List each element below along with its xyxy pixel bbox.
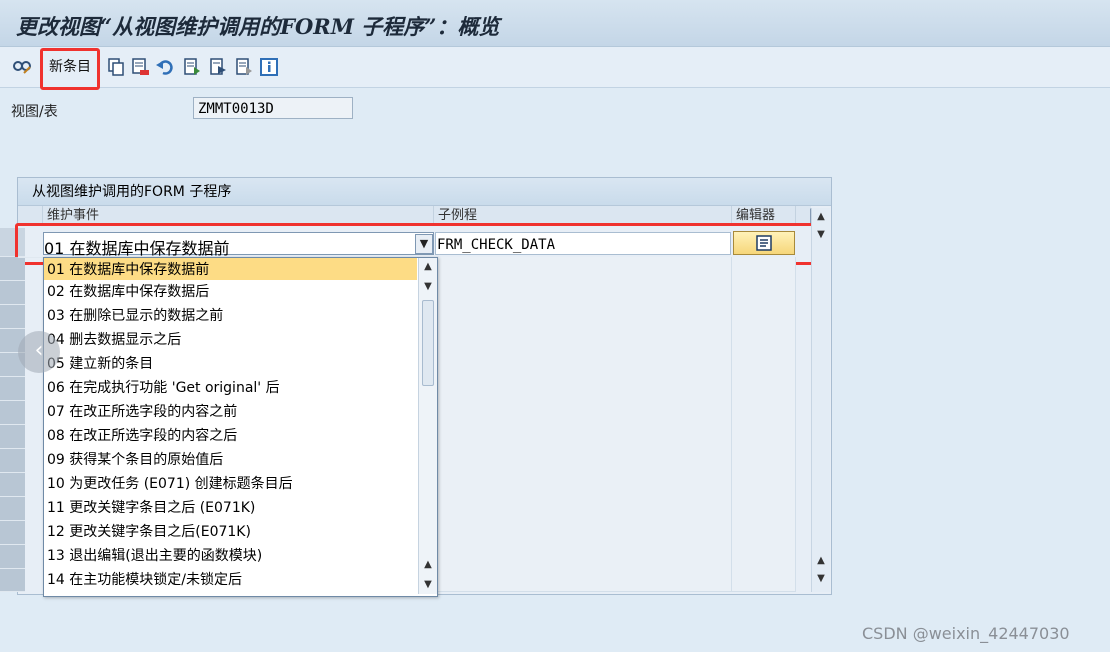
new-entries-button[interactable]: 新条目 <box>46 55 94 79</box>
scroll-down-icon[interactable]: ▼ <box>814 228 828 242</box>
window-title: 更改视图“从视图维护调用的FORM 子程序”：概览 <box>16 14 500 39</box>
row-selector[interactable] <box>0 545 25 569</box>
column-header-event[interactable]: 维护事件 <box>43 206 434 226</box>
toolbar: 新条目 <box>0 47 1110 88</box>
title-bar: 更改视图“从视图维护调用的FORM 子程序”：概览 <box>0 0 1110 47</box>
dropdown-option[interactable]: 13 退出编辑(退出主要的函数模块) <box>44 544 417 568</box>
row-selector[interactable] <box>0 497 25 521</box>
combobox-dropdown-button[interactable]: ▼ <box>415 234 433 254</box>
event-combobox-value: 01 在数据库中保存数据前 <box>44 239 230 258</box>
dropdown-page-down-icon[interactable]: ▼ <box>421 578 435 592</box>
row-selector[interactable] <box>0 281 25 305</box>
delete-icon[interactable] <box>130 57 150 77</box>
dropdown-scroll-thumb[interactable] <box>422 300 434 386</box>
view-table-label: 视图/表 <box>11 104 58 120</box>
panel-title: 从视图维护调用的FORM 子程序 <box>18 178 831 206</box>
row-selector[interactable] <box>0 449 25 473</box>
editor-column-empty <box>732 257 796 592</box>
column-header-spacer <box>796 206 811 226</box>
row-selector[interactable] <box>0 305 25 329</box>
chevron-left-icon[interactable]: ‹ <box>18 331 60 373</box>
dropdown-page-up-icon[interactable]: ▲ <box>421 558 435 572</box>
dropdown-option[interactable]: 04 删去数据显示之后 <box>44 328 417 352</box>
row-selector[interactable] <box>0 569 25 592</box>
scroll-page-up-icon[interactable]: ▲ <box>814 554 828 568</box>
row-selector-spacer <box>18 257 43 258</box>
watermark: CSDN @weixin_42447030 <box>862 624 1070 643</box>
dropdown-option[interactable]: 06 在完成执行功能 'Get original' 后 <box>44 376 417 400</box>
deselect-all-icon[interactable] <box>234 57 254 77</box>
copy-icon[interactable] <box>106 57 126 77</box>
row-selector[interactable] <box>0 377 25 401</box>
dropdown-scroll-up-icon[interactable]: ▲ <box>421 260 435 274</box>
dropdown-option[interactable]: 10 为更改任务 (E071) 创建标题条目后 <box>44 472 417 496</box>
subroutine-column-empty <box>435 257 732 592</box>
select-all-column-header[interactable] <box>18 206 43 226</box>
event-dropdown-list[interactable]: 01 在数据库中保存数据前 02 在数据库中保存数据后 03 在删除已显示的数据… <box>43 257 438 597</box>
editor-icon <box>756 235 772 251</box>
dropdown-option[interactable]: 02 在数据库中保存数据后 <box>44 280 417 304</box>
dropdown-scroll-down-icon[interactable]: ▼ <box>421 280 435 294</box>
undo-icon[interactable] <box>155 57 175 77</box>
scroll-page-down-icon[interactable]: ▼ <box>814 572 828 586</box>
dropdown-option[interactable]: 07 在改正所选字段的内容之前 <box>44 400 417 424</box>
dropdown-option[interactable]: 12 更改关键字条目之后(E071K) <box>44 520 417 544</box>
row-selector[interactable] <box>0 228 25 257</box>
dropdown-option[interactable]: 14 在主功能模块锁定/未锁定后 <box>44 568 417 592</box>
editor-button[interactable] <box>733 231 795 255</box>
info-icon[interactable] <box>259 57 279 77</box>
dropdown-option[interactable]: 08 在改正所选字段的内容之后 <box>44 424 417 448</box>
subroutine-value: FRM_CHECK_DATA <box>437 237 556 253</box>
row-selector[interactable] <box>0 521 25 545</box>
select-block-icon[interactable] <box>208 57 228 77</box>
column-header-editor[interactable]: 编辑器 <box>732 206 796 226</box>
row-selector[interactable] <box>0 473 25 497</box>
row-selector[interactable] <box>0 257 25 281</box>
table-vertical-scrollbar[interactable]: ▲ ▼ ▲ ▼ <box>811 208 830 592</box>
row-selector[interactable] <box>0 425 25 449</box>
dropdown-option[interactable]: 09 获得某个条目的原始值后 <box>44 448 417 472</box>
dropdown-option[interactable]: 11 更改关键字条目之后 (E071K) <box>44 496 417 520</box>
dropdown-option[interactable]: 03 在删除已显示的数据之前 <box>44 304 417 328</box>
dropdown-option[interactable]: 05 建立新的条目 <box>44 352 417 376</box>
view-table-field[interactable]: ZMMT0013D <box>193 97 353 119</box>
column-header-subroutine[interactable]: 子例程 <box>434 206 732 226</box>
row-selector[interactable] <box>0 401 25 425</box>
scroll-up-icon[interactable]: ▲ <box>814 210 828 224</box>
dropdown-option[interactable]: 01 在数据库中保存数据前 <box>44 258 417 282</box>
dropdown-scrollbar[interactable]: ▲ ▼ ▲ ▼ <box>418 258 437 594</box>
glasses-change-icon[interactable] <box>12 57 32 77</box>
select-all-icon[interactable] <box>182 57 202 77</box>
